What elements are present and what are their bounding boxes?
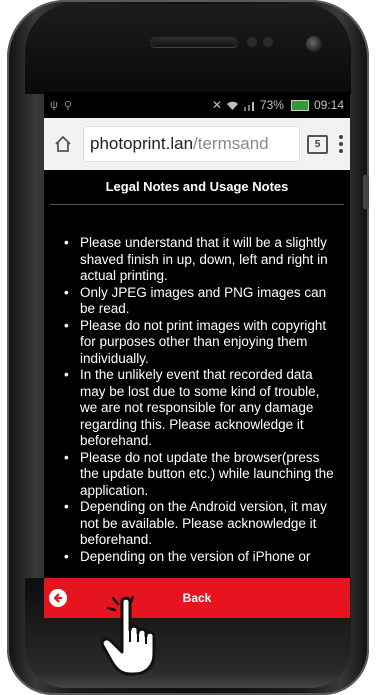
earpiece-speaker (150, 37, 238, 47)
list-item: In the unlikely event that recorded data… (64, 367, 340, 450)
url-field[interactable]: photoprint.lan/termsand (84, 127, 299, 161)
tab-switcher-button[interactable]: 5 (307, 134, 328, 154)
status-time: 09:14 (313, 98, 344, 112)
hand-pointer-icon (100, 596, 156, 676)
back-button-label: Back (182, 591, 212, 605)
home-icon[interactable] (52, 133, 74, 155)
back-button[interactable]: Back (44, 578, 350, 618)
list-item: Please understand that it will be a slig… (64, 235, 340, 285)
mute-icon: ✕ (211, 98, 222, 112)
front-camera (306, 36, 322, 52)
list-item: Please do not print images with copyrigh… (64, 318, 340, 368)
battery-percent: 73% (259, 98, 284, 112)
overflow-menu-icon[interactable] (338, 135, 344, 153)
list-item: Only JPEG images and PNG images can be r… (64, 285, 340, 318)
signal-icon (243, 101, 254, 111)
url-host: photoprint.lan (90, 134, 194, 153)
phone-screen: ψ ⚲ ✕ 73% 09:14 photoprint.lan/termsand (44, 92, 350, 578)
list-item: Depending on the version of iPhone or (64, 549, 340, 566)
location-icon: ⚲ (63, 99, 72, 112)
page-title: Legal Notes and Usage Notes (50, 170, 344, 205)
list-item: Depending on the Android version, it may… (64, 499, 340, 549)
light-sensor (263, 37, 273, 47)
battery-icon (290, 99, 309, 111)
usage-notes-list: Please understand that it will be a slig… (44, 235, 350, 565)
wifi-icon (226, 101, 238, 110)
browser-toolbar: photoprint.lan/termsand 5 (44, 118, 350, 170)
status-bar: ψ ⚲ ✕ 73% 09:14 (44, 92, 350, 118)
url-path: /termsand (193, 134, 269, 153)
power-button (363, 175, 369, 209)
tab-count: 5 (314, 138, 321, 150)
proximity-sensor (247, 37, 257, 47)
phone-top-bezel (25, 4, 351, 94)
back-arrow-icon (49, 589, 67, 607)
list-item: Please do not update the browser(press t… (64, 450, 340, 500)
usb-icon: ψ (50, 98, 58, 111)
